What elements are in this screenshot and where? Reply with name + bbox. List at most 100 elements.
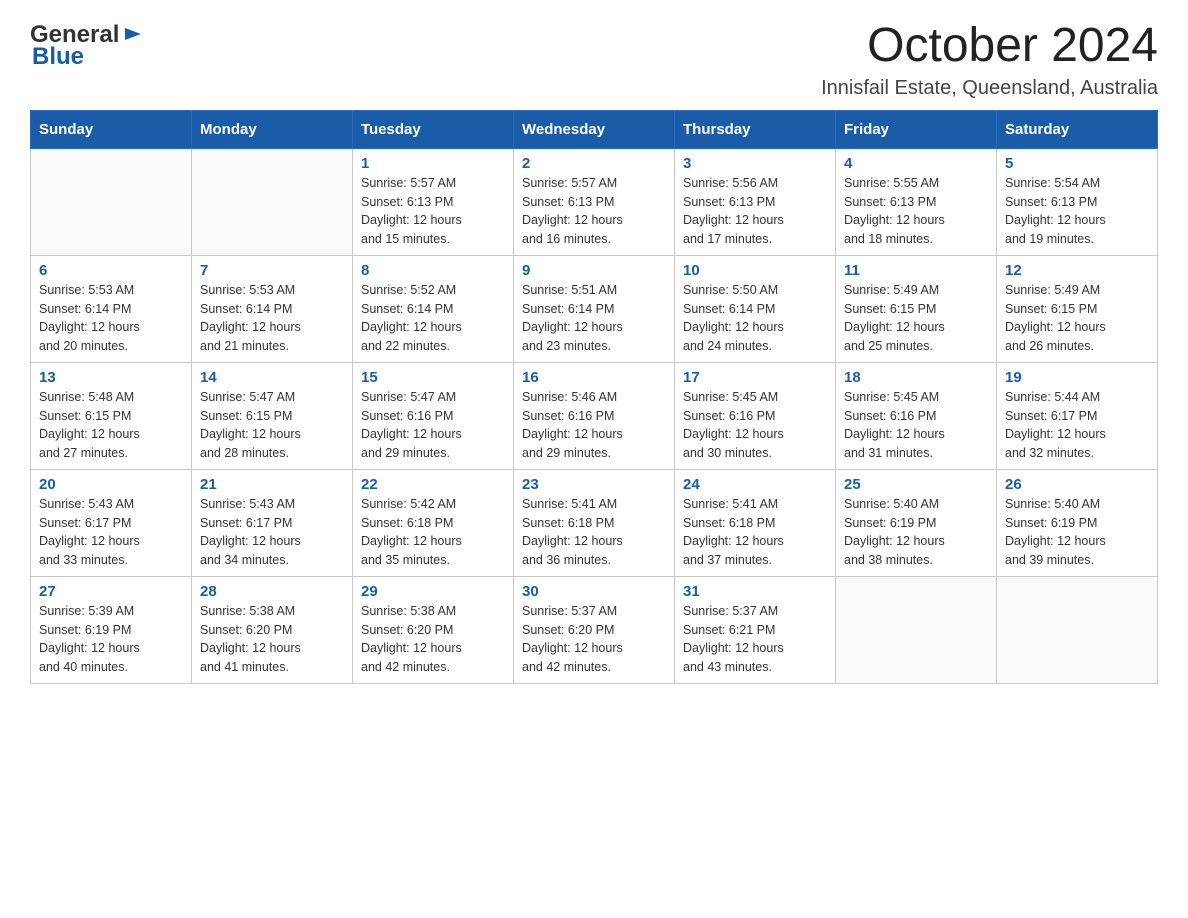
day-number-8: 8 [361, 262, 505, 279]
day-info-18: Sunrise: 5:45 AM Sunset: 6:16 PM Dayligh… [844, 388, 988, 463]
day-number-20: 20 [39, 476, 183, 493]
calendar-cell-w2-d5: 10 Sunrise: 5:50 AM Sunset: 6:14 PM Dayli… [675, 255, 836, 362]
day-info-23: Sunrise: 5:41 AM Sunset: 6:18 PM Dayligh… [522, 495, 666, 570]
day-number-13: 13 [39, 369, 183, 386]
header-wednesday: Wednesday [514, 110, 675, 148]
day-number-25: 25 [844, 476, 988, 493]
calendar-cell-w5-d7 [997, 576, 1158, 683]
day-info-24: Sunrise: 5:41 AM Sunset: 6:18 PM Dayligh… [683, 495, 827, 570]
day-info-25: Sunrise: 5:40 AM Sunset: 6:19 PM Dayligh… [844, 495, 988, 570]
page-title: October 2024 [821, 20, 1158, 73]
calendar-cell-w3-d4: 16 Sunrise: 5:46 AM Sunset: 6:16 PM Dayli… [514, 362, 675, 469]
day-number-27: 27 [39, 583, 183, 600]
calendar-cell-w4-d1: 20 Sunrise: 5:43 AM Sunset: 6:17 PM Dayli… [31, 469, 192, 576]
day-info-22: Sunrise: 5:42 AM Sunset: 6:18 PM Dayligh… [361, 495, 505, 570]
logo-arrow-icon [123, 24, 143, 44]
day-number-23: 23 [522, 476, 666, 493]
day-number-3: 3 [683, 155, 827, 172]
day-info-12: Sunrise: 5:49 AM Sunset: 6:15 PM Dayligh… [1005, 281, 1149, 356]
day-info-21: Sunrise: 5:43 AM Sunset: 6:17 PM Dayligh… [200, 495, 344, 570]
calendar-week-3: 13 Sunrise: 5:48 AM Sunset: 6:15 PM Dayli… [31, 362, 1158, 469]
calendar-cell-w5-d3: 29 Sunrise: 5:38 AM Sunset: 6:20 PM Dayli… [353, 576, 514, 683]
calendar-cell-w5-d4: 30Sunrise: 5:37 AM Sunset: 6:20 PM Dayli… [514, 576, 675, 683]
day-info-9: Sunrise: 5:51 AM Sunset: 6:14 PM Dayligh… [522, 281, 666, 356]
header-thursday: Thursday [675, 110, 836, 148]
calendar-cell-w3-d5: 17Sunrise: 5:45 AM Sunset: 6:16 PM Dayli… [675, 362, 836, 469]
day-number-16: 16 [522, 369, 666, 386]
day-number-15: 15 [361, 369, 505, 386]
day-number-4: 4 [844, 155, 988, 172]
calendar-cell-w1-d3: 1 Sunrise: 5:57 AM Sunset: 6:13 PM Daylig… [353, 148, 514, 255]
day-info-16: Sunrise: 5:46 AM Sunset: 6:16 PM Dayligh… [522, 388, 666, 463]
calendar-cell-w1-d5: 3 Sunrise: 5:56 AM Sunset: 6:13 PM Daylig… [675, 148, 836, 255]
calendar-cell-w2-d3: 8 Sunrise: 5:52 AM Sunset: 6:14 PM Daylig… [353, 255, 514, 362]
day-number-21: 21 [200, 476, 344, 493]
day-number-31: 31 [683, 583, 827, 600]
calendar-cell-w5-d5: 31 Sunrise: 5:37 AM Sunset: 6:21 PM Dayli… [675, 576, 836, 683]
calendar-week-2: 6 Sunrise: 5:53 AM Sunset: 6:14 PM Daylig… [31, 255, 1158, 362]
calendar-cell-w1-d2 [192, 148, 353, 255]
calendar-cell-w1-d1 [31, 148, 192, 255]
day-number-1: 1 [361, 155, 505, 172]
logo-blue-text: Blue [32, 43, 84, 70]
day-number-30: 30 [522, 583, 666, 600]
calendar-cell-w5-d6 [836, 576, 997, 683]
day-info-7: Sunrise: 5:53 AM Sunset: 6:14 PM Dayligh… [200, 281, 344, 356]
day-info-15: Sunrise: 5:47 AM Sunset: 6:16 PM Dayligh… [361, 388, 505, 463]
page-subtitle: Innisfail Estate, Queensland, Australia [821, 77, 1158, 100]
calendar-cell-w3-d6: 18 Sunrise: 5:45 AM Sunset: 6:16 PM Dayli… [836, 362, 997, 469]
calendar-cell-w5-d2: 28 Sunrise: 5:38 AM Sunset: 6:20 PM Dayli… [192, 576, 353, 683]
calendar-table: Sunday Monday Tuesday Wednesday Thursday… [30, 110, 1158, 684]
day-number-17: 17 [683, 369, 827, 386]
day-info-31: Sunrise: 5:37 AM Sunset: 6:21 PM Dayligh… [683, 602, 827, 677]
day-number-24: 24 [683, 476, 827, 493]
day-number-7: 7 [200, 262, 344, 279]
day-info-2: Sunrise: 5:57 AM Sunset: 6:13 PM Dayligh… [522, 174, 666, 249]
calendar-cell-w4-d3: 22 Sunrise: 5:42 AM Sunset: 6:18 PM Dayli… [353, 469, 514, 576]
page-header: General Blue October 2024 Innisfail Esta… [30, 20, 1158, 100]
calendar-cell-w3-d7: 19Sunrise: 5:44 AM Sunset: 6:17 PM Dayli… [997, 362, 1158, 469]
calendar-week-1: 1 Sunrise: 5:57 AM Sunset: 6:13 PM Daylig… [31, 148, 1158, 255]
calendar-cell-w1-d6: 4 Sunrise: 5:55 AM Sunset: 6:13 PM Daylig… [836, 148, 997, 255]
calendar-cell-w3-d3: 15 Sunrise: 5:47 AM Sunset: 6:16 PM Dayli… [353, 362, 514, 469]
calendar-cell-w2-d6: 11 Sunrise: 5:49 AM Sunset: 6:15 PM Dayli… [836, 255, 997, 362]
header-friday: Friday [836, 110, 997, 148]
day-number-14: 14 [200, 369, 344, 386]
day-number-2: 2 [522, 155, 666, 172]
calendar-cell-w4-d6: 25 Sunrise: 5:40 AM Sunset: 6:19 PM Dayli… [836, 469, 997, 576]
day-info-26: Sunrise: 5:40 AM Sunset: 6:19 PM Dayligh… [1005, 495, 1149, 570]
day-info-14: Sunrise: 5:47 AM Sunset: 6:15 PM Dayligh… [200, 388, 344, 463]
calendar-cell-w2-d1: 6Sunrise: 5:53 AM Sunset: 6:14 PM Daylig… [31, 255, 192, 362]
day-info-27: Sunrise: 5:39 AM Sunset: 6:19 PM Dayligh… [39, 602, 183, 677]
day-number-6: 6 [39, 262, 183, 279]
day-info-20: Sunrise: 5:43 AM Sunset: 6:17 PM Dayligh… [39, 495, 183, 570]
calendar-cell-w2-d7: 12Sunrise: 5:49 AM Sunset: 6:15 PM Dayli… [997, 255, 1158, 362]
day-number-22: 22 [361, 476, 505, 493]
day-info-13: Sunrise: 5:48 AM Sunset: 6:15 PM Dayligh… [39, 388, 183, 463]
day-info-3: Sunrise: 5:56 AM Sunset: 6:13 PM Dayligh… [683, 174, 827, 249]
day-number-5: 5 [1005, 155, 1149, 172]
header-sunday: Sunday [31, 110, 192, 148]
day-info-4: Sunrise: 5:55 AM Sunset: 6:13 PM Dayligh… [844, 174, 988, 249]
day-number-18: 18 [844, 369, 988, 386]
day-number-26: 26 [1005, 476, 1149, 493]
calendar-cell-w2-d4: 9 Sunrise: 5:51 AM Sunset: 6:14 PM Daylig… [514, 255, 675, 362]
day-number-28: 28 [200, 583, 344, 600]
day-number-29: 29 [361, 583, 505, 600]
day-number-10: 10 [683, 262, 827, 279]
calendar-cell-w1-d4: 2 Sunrise: 5:57 AM Sunset: 6:13 PM Daylig… [514, 148, 675, 255]
day-info-10: Sunrise: 5:50 AM Sunset: 6:14 PM Dayligh… [683, 281, 827, 356]
day-info-28: Sunrise: 5:38 AM Sunset: 6:20 PM Dayligh… [200, 602, 344, 677]
header-tuesday: Tuesday [353, 110, 514, 148]
day-info-29: Sunrise: 5:38 AM Sunset: 6:20 PM Dayligh… [361, 602, 505, 677]
day-info-11: Sunrise: 5:49 AM Sunset: 6:15 PM Dayligh… [844, 281, 988, 356]
day-number-11: 11 [844, 262, 988, 279]
calendar-week-5: 27 Sunrise: 5:39 AM Sunset: 6:19 PM Dayli… [31, 576, 1158, 683]
day-info-1: Sunrise: 5:57 AM Sunset: 6:13 PM Dayligh… [361, 174, 505, 249]
calendar-cell-w2-d2: 7 Sunrise: 5:53 AM Sunset: 6:14 PM Daylig… [192, 255, 353, 362]
calendar-cell-w4-d4: 23 Sunrise: 5:41 AM Sunset: 6:18 PM Dayli… [514, 469, 675, 576]
calendar-cell-w4-d5: 24 Sunrise: 5:41 AM Sunset: 6:18 PM Dayli… [675, 469, 836, 576]
header-monday: Monday [192, 110, 353, 148]
day-info-8: Sunrise: 5:52 AM Sunset: 6:14 PM Dayligh… [361, 281, 505, 356]
day-number-9: 9 [522, 262, 666, 279]
